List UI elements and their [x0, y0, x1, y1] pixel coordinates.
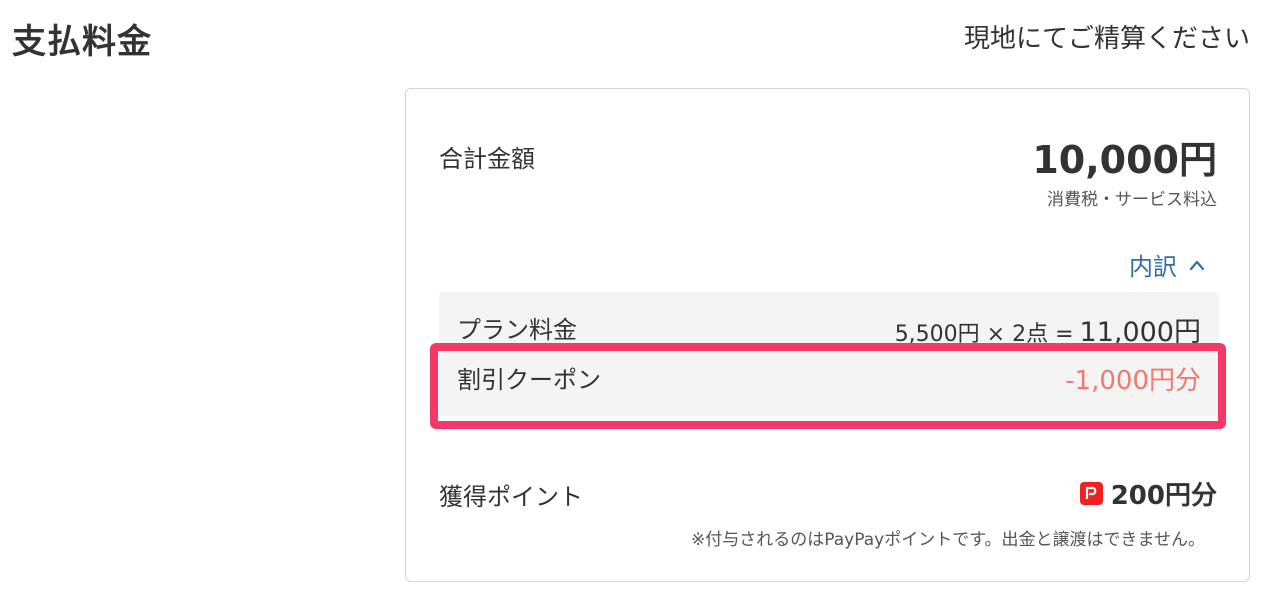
tax-note: 消費税・サービス料込 [1047, 190, 1217, 210]
plan-fee-label: プラン料金 [457, 316, 577, 344]
points-note: ※付与されるのはPayPayポイントです。出金と譲渡はできません。 [691, 530, 1205, 550]
payment-note: 現地にてご精算ください [963, 24, 1250, 54]
total-amount: 10,000円 [1032, 138, 1217, 182]
points-amount: 200円分 [1110, 481, 1217, 511]
points-label: 獲得ポイント [439, 483, 583, 511]
payment-summary-card: 合計金額 10,000円 消費税・サービス料込 内訳 プラン料金 5,500円 … [405, 88, 1250, 582]
breakdown-toggle-button[interactable]: 内訳 [1129, 247, 1205, 282]
chevron-up-icon [1189, 260, 1205, 270]
paypay-icon [1079, 482, 1103, 505]
breakdown-toggle-label: 内訳 [1129, 253, 1177, 281]
total-label: 合計金額 [439, 145, 535, 173]
coupon-highlight-box [430, 343, 1226, 429]
page-title: 支払料金 [12, 22, 152, 62]
points-value: 200円分 [1079, 475, 1217, 512]
